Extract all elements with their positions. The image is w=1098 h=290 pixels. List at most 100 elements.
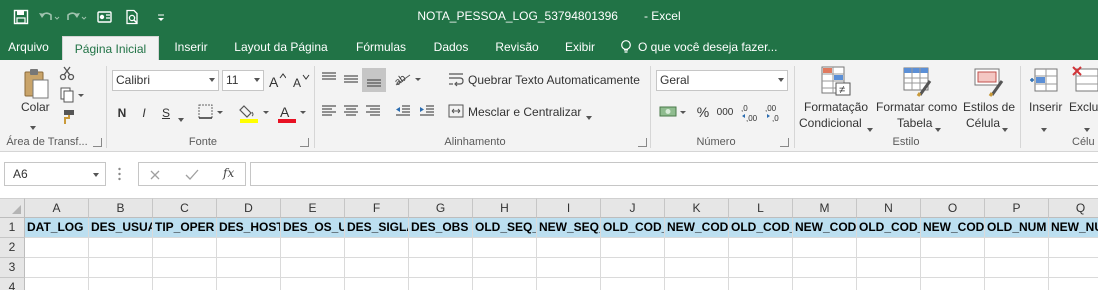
cell-a1[interactable]: DAT_LOG — [25, 218, 89, 238]
cell-g4[interactable] — [409, 278, 473, 290]
cell-p3[interactable] — [985, 258, 1049, 278]
increase-decimal-icon[interactable]: ,0,00 — [740, 102, 762, 124]
format-table-dropdown-icon[interactable] — [935, 122, 941, 136]
wrap-text-button[interactable]: Quebrar Texto Automaticamente — [468, 73, 640, 87]
column-header-m[interactable]: M — [793, 198, 857, 218]
cell-i3[interactable] — [537, 258, 601, 278]
decrease-font-icon[interactable]: A — [292, 70, 310, 91]
row-header-4[interactable]: 4 — [0, 278, 25, 290]
decrease-indent-icon[interactable] — [392, 100, 414, 122]
column-header-b[interactable]: B — [89, 198, 153, 218]
cell-a2[interactable] — [25, 238, 89, 258]
cell-e1[interactable]: DES_OS_U — [281, 218, 345, 238]
tab-dados[interactable]: Dados — [426, 34, 476, 60]
tab-formulas[interactable]: Fórmulas — [344, 34, 418, 60]
cell-f3[interactable] — [345, 258, 409, 278]
cell-k1[interactable]: NEW_COD_ — [665, 218, 729, 238]
borders-icon[interactable] — [196, 102, 226, 122]
cell-n1[interactable]: OLD_COD_ — [857, 218, 921, 238]
align-left-icon[interactable] — [318, 100, 340, 122]
cell-c3[interactable] — [153, 258, 217, 278]
cell-m4[interactable] — [793, 278, 857, 290]
conditional-formatting-label[interactable]: Formatação — [804, 100, 868, 114]
thousands-icon[interactable]: 000 — [714, 102, 736, 122]
insert-dropdown-icon[interactable] — [1041, 122, 1047, 136]
cell-l4[interactable] — [729, 278, 793, 290]
underline-dropdown-icon[interactable] — [178, 112, 184, 126]
conditional-formatting-label-2[interactable]: Condicional — [799, 116, 862, 130]
cell-b2[interactable] — [89, 238, 153, 258]
insert-function-icon[interactable]: fx — [223, 166, 234, 180]
format-as-table-label[interactable]: Formatar como — [876, 100, 957, 114]
column-header-a[interactable]: A — [25, 198, 89, 218]
column-header-l[interactable]: L — [729, 198, 793, 218]
format-painter-icon[interactable] — [58, 108, 76, 126]
column-header-h[interactable]: H — [473, 198, 537, 218]
format-as-table-icon[interactable] — [898, 64, 936, 98]
cell-j2[interactable] — [601, 238, 665, 258]
cell-p4[interactable] — [985, 278, 1049, 290]
column-header-o[interactable]: O — [921, 198, 985, 218]
insert-cells-label[interactable]: Inserir — [1029, 100, 1062, 114]
cell-d1[interactable]: DES_HOST — [217, 218, 281, 238]
cell-i4[interactable] — [537, 278, 601, 290]
delete-cells-label[interactable]: Exclu — [1069, 100, 1098, 114]
merge-dropdown-icon[interactable] — [586, 110, 592, 124]
cell-i2[interactable] — [537, 238, 601, 258]
tab-pagina-inicial[interactable]: Página Inicial — [62, 36, 159, 60]
cell-styles-label-2[interactable]: Célula — [966, 116, 1000, 130]
enter-check-icon[interactable] — [185, 169, 199, 181]
cell-o3[interactable] — [921, 258, 985, 278]
currency-icon[interactable] — [658, 102, 690, 122]
cell-k2[interactable] — [665, 238, 729, 258]
merge-center-button[interactable]: Mesclar e Centralizar — [468, 105, 581, 119]
cell-d3[interactable] — [217, 258, 281, 278]
cell-m2[interactable] — [793, 238, 857, 258]
cell-j3[interactable] — [601, 258, 665, 278]
cell-n3[interactable] — [857, 258, 921, 278]
align-bottom-icon[interactable] — [362, 68, 386, 92]
cell-styles-dropdown-icon[interactable] — [1002, 122, 1008, 136]
column-header-e[interactable]: E — [281, 198, 345, 218]
column-header-g[interactable]: G — [409, 198, 473, 218]
cell-l2[interactable] — [729, 238, 793, 258]
cell-n4[interactable] — [857, 278, 921, 290]
clipboard-launcher-icon[interactable] — [93, 138, 102, 147]
cell-e2[interactable] — [281, 238, 345, 258]
formula-input[interactable] — [250, 162, 1098, 186]
cell-f2[interactable] — [345, 238, 409, 258]
percent-icon[interactable]: % — [694, 102, 712, 122]
delete-dropdown-icon[interactable] — [1084, 122, 1090, 136]
cancel-icon[interactable] — [149, 169, 161, 181]
cell-f4[interactable] — [345, 278, 409, 290]
column-header-n[interactable]: N — [857, 198, 921, 218]
column-header-i[interactable]: I — [537, 198, 601, 218]
cell-styles-label[interactable]: Estilos de — [963, 100, 1015, 114]
increase-font-icon[interactable]: A — [268, 70, 286, 91]
paste-icon[interactable] — [18, 66, 54, 102]
cell-b4[interactable] — [89, 278, 153, 290]
number-format-select[interactable]: Geral — [656, 70, 788, 91]
wrap-text-icon[interactable] — [448, 71, 464, 87]
orientation-icon[interactable]: ab — [392, 68, 424, 90]
cell-c4[interactable] — [153, 278, 217, 290]
row-header-2[interactable]: 2 — [0, 238, 25, 258]
cell-q3[interactable] — [1049, 258, 1098, 278]
number-launcher-icon[interactable] — [780, 138, 789, 147]
column-header-d[interactable]: D — [217, 198, 281, 218]
cell-b3[interactable] — [89, 258, 153, 278]
cell-i1[interactable]: NEW_SEQ_ — [537, 218, 601, 238]
tell-me-box[interactable]: O que você deseja fazer... — [620, 34, 777, 60]
cell-j1[interactable]: OLD_COD_ — [601, 218, 665, 238]
cell-d2[interactable] — [217, 238, 281, 258]
row-header-1[interactable]: 1 — [0, 218, 25, 238]
cell-e3[interactable] — [281, 258, 345, 278]
tab-revisao[interactable]: Revisão — [484, 34, 550, 60]
font-name-select[interactable]: Calibri — [112, 70, 219, 91]
tab-exibir[interactable]: Exibir — [556, 34, 604, 60]
cell-e4[interactable] — [281, 278, 345, 290]
italic-button[interactable]: I — [136, 104, 152, 122]
align-center-icon[interactable] — [340, 100, 362, 122]
tab-arquivo[interactable]: Arquivo — [0, 34, 57, 60]
cell-styles-icon[interactable] — [970, 64, 1008, 98]
